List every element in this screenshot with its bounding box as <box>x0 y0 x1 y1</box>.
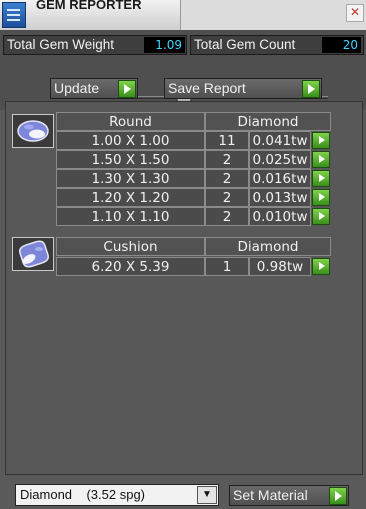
gem-size-cell: 1.20 X 1.20 <box>56 188 205 207</box>
shape-header-round: Round <box>56 112 205 131</box>
update-button-label: Update <box>54 80 100 96</box>
play-arrow-icon <box>118 80 136 98</box>
save-report-button-label: Save Report <box>168 80 246 96</box>
gem-reporter-app-icon <box>2 2 26 28</box>
gem-weight-cell: 0.98tw <box>249 257 311 276</box>
gem-count-cell: 2 <box>205 207 249 226</box>
window-title: GEM REPORTER <box>36 0 142 12</box>
window-tab: GEM REPORTER <box>0 0 181 30</box>
gem-count-cell: 2 <box>205 188 249 207</box>
save-report-button[interactable]: Save Report <box>164 78 322 99</box>
update-button[interactable]: Update <box>50 78 138 99</box>
gem-size-cell: 6.20 X 5.39 <box>56 257 205 276</box>
chevron-down-icon[interactable]: ▼ <box>197 486 217 504</box>
row-select-arrow-button[interactable] <box>312 258 330 275</box>
gem-weight-cell: 0.041tw <box>249 131 311 150</box>
gem-weight-cell: 0.013tw <box>249 188 311 207</box>
row-select-arrow-button[interactable] <box>312 151 330 168</box>
summary-bar: Total Gem Weight 1.09 Total Gem Count 20… <box>0 30 366 110</box>
title-bar: GEM REPORTER ✕ <box>0 0 366 30</box>
gem-size-cell: 1.00 X 1.00 <box>56 131 205 150</box>
gem-count-cell: 11 <box>205 131 249 150</box>
material-header-round: Diamond <box>205 112 331 131</box>
total-gem-weight-label: Total Gem Weight <box>7 37 115 52</box>
set-material-button-label: Set Material <box>233 487 308 503</box>
set-material-button[interactable]: Set Material <box>229 485 349 506</box>
row-select-arrow-button[interactable] <box>312 170 330 187</box>
total-gem-weight-box: Total Gem Weight 1.09 <box>3 35 187 55</box>
total-gem-count-value: 20 <box>322 37 361 53</box>
gem-size-cell: 1.10 X 1.10 <box>56 207 205 226</box>
row-select-arrow-button[interactable] <box>312 208 330 225</box>
material-select-value: Diamond (3.52 spg) <box>20 487 146 502</box>
report-panel: Round Diamond 1.00 X 1.00 11 0.041tw 1.5… <box>5 101 363 475</box>
close-button[interactable]: ✕ <box>346 4 364 22</box>
row-select-arrow-button[interactable] <box>312 132 330 149</box>
close-icon: ✕ <box>349 5 361 19</box>
row-select-arrow-button[interactable] <box>312 189 330 206</box>
gem-count-cell: 1 <box>205 257 249 276</box>
material-header-cushion: Diamond <box>205 237 331 256</box>
gem-weight-cell: 0.016tw <box>249 169 311 188</box>
gem-size-cell: 1.30 X 1.30 <box>56 169 205 188</box>
round-diamond-icon <box>12 114 54 148</box>
total-gem-weight-value: 1.09 <box>144 37 185 53</box>
gem-count-cell: 2 <box>205 150 249 169</box>
total-gem-count-box: Total Gem Count 20 <box>190 35 364 55</box>
gem-weight-cell: 0.010tw <box>249 207 311 226</box>
gem-weight-cell: 0.025tw <box>249 150 311 169</box>
play-arrow-icon <box>329 487 347 505</box>
material-select[interactable]: Diamond (3.52 spg) ▼ <box>15 484 219 506</box>
play-arrow-icon <box>302 80 320 98</box>
total-gem-count-label: Total Gem Count <box>194 37 296 52</box>
gem-count-cell: 2 <box>205 169 249 188</box>
cushion-diamond-icon <box>12 237 54 271</box>
gem-size-cell: 1.50 X 1.50 <box>56 150 205 169</box>
shape-header-cushion: Cushion <box>56 237 205 256</box>
